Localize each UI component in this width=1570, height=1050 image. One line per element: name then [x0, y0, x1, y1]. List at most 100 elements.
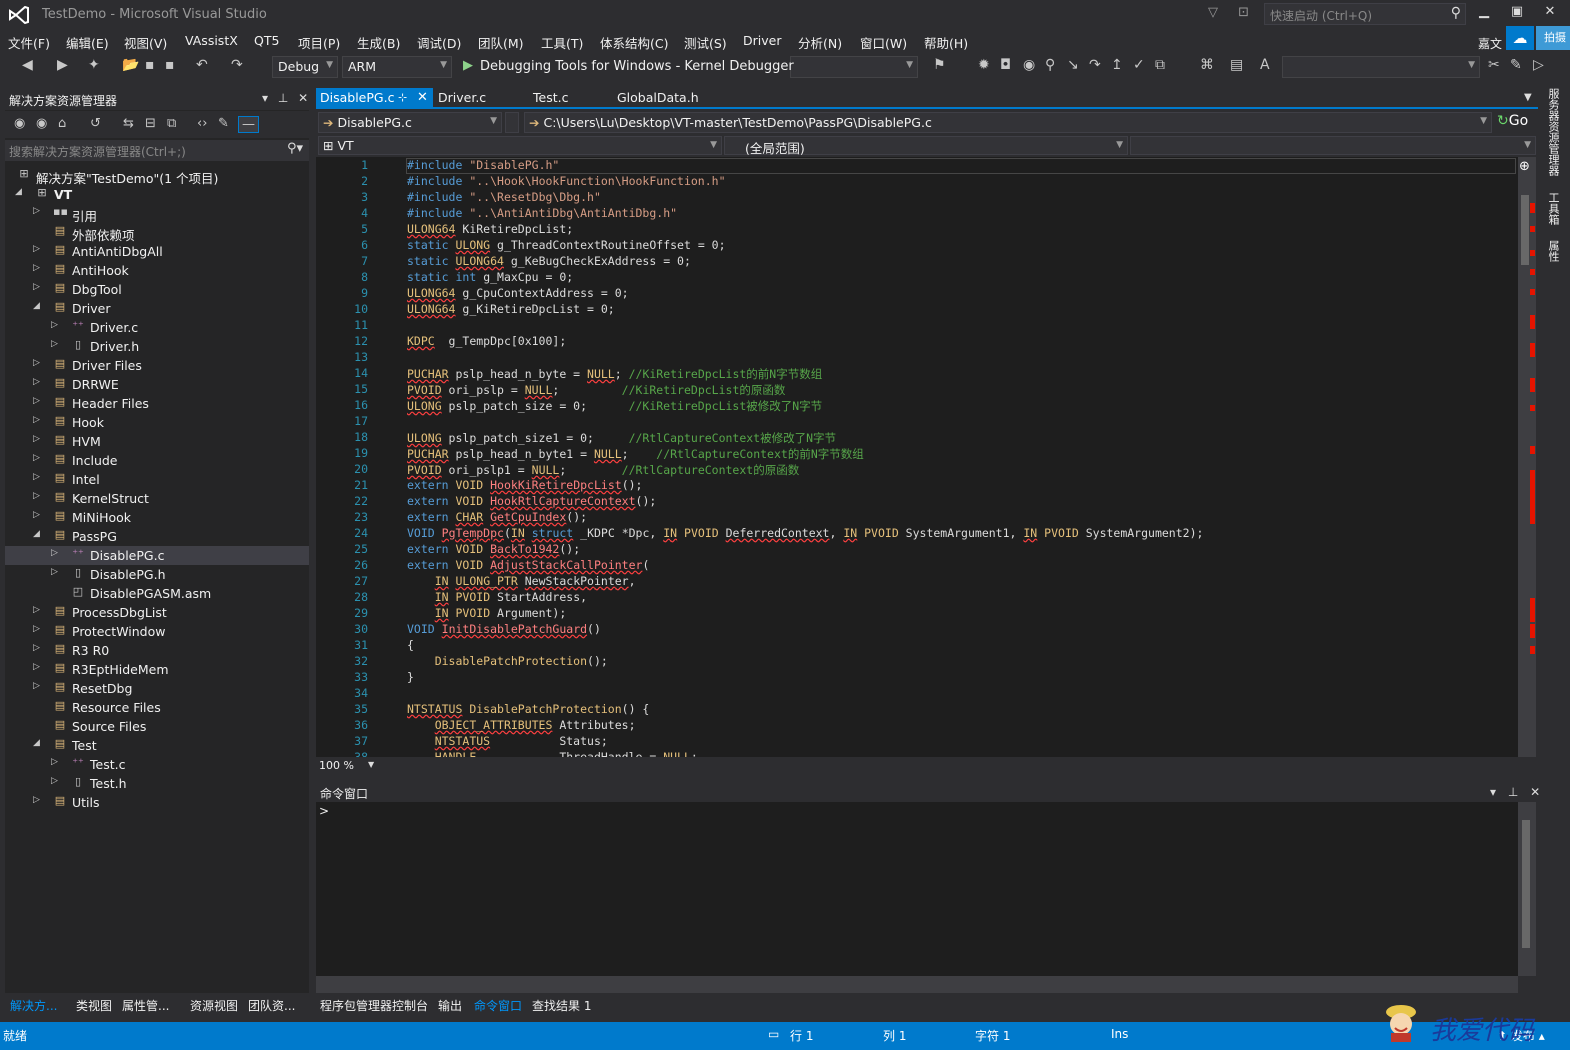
expander-icon[interactable]: ▷ [51, 548, 58, 558]
expander-icon[interactable]: ▷ [33, 472, 40, 482]
error-marker[interactable] [1530, 446, 1535, 454]
close-icon[interactable]: ✕ [1530, 785, 1540, 799]
error-marker[interactable] [1530, 378, 1535, 392]
edit-icon[interactable]: ✎ [1510, 57, 1522, 73]
tree-item[interactable]: ▷ ▤ AntiAntiDbgAll [5, 242, 309, 261]
code-line[interactable]: 31 { [316, 638, 1516, 654]
panel-tab[interactable]: 类视图 [76, 997, 112, 1014]
expander-icon[interactable]: ▷ [33, 206, 40, 216]
error-marker[interactable] [1530, 624, 1535, 638]
expander-icon[interactable]: ▷ [51, 757, 58, 767]
collapse-icon[interactable]: ⊟ [145, 116, 156, 131]
code-line[interactable]: 19 PUCHAR pslp_head_n_byte1 = NULL; //Rtl… [316, 446, 1516, 462]
code-line[interactable]: 7 static ULONG64 g_KeBugCheckExAddress = … [316, 254, 1516, 270]
error-marker[interactable] [1530, 226, 1535, 232]
error-marker[interactable] [1530, 343, 1535, 357]
expander-icon[interactable]: ▷ [33, 605, 40, 615]
tree-item[interactable]: ▤ Resource Files [5, 698, 309, 717]
expander-icon[interactable]: ▷ [33, 453, 40, 463]
command-window-hscrollbar[interactable] [316, 976, 1518, 993]
tree-item[interactable]: ▤ 外部依赖项 [5, 223, 309, 243]
command-window-body[interactable] [316, 802, 1518, 976]
close-tab-icon[interactable]: ✕ [417, 90, 428, 105]
sync-icon[interactable]: ⇆ [123, 116, 134, 131]
forward-icon[interactable]: ▶ [57, 57, 68, 73]
tree-item[interactable]: ▷ ▯ DisablePG.h [5, 565, 309, 584]
error-marker[interactable] [1530, 315, 1535, 329]
save-all-icon[interactable]: ▪ [165, 57, 175, 73]
expander-icon[interactable]: ▷ [51, 776, 58, 786]
panel-tab[interactable]: 属性管... [122, 997, 169, 1014]
tree-item[interactable]: ◢ ▤ PassPG [5, 527, 309, 546]
expander-icon[interactable]: ▷ [33, 795, 40, 805]
code-line[interactable]: 17 [316, 414, 1516, 430]
tree-item[interactable]: ▷ ▤ MiNiHook [5, 508, 309, 527]
menu-item[interactable]: 体系结构(C) [600, 33, 668, 52]
code-line[interactable]: 22 extern VOID HookRtlCaptureContext(); [316, 494, 1516, 510]
expander-icon[interactable]: ▷ [33, 244, 40, 254]
code-line[interactable]: 11 [316, 318, 1516, 334]
expander-icon[interactable]: ◢ [33, 529, 40, 539]
tree-item[interactable]: ◢ ⊞ VT [5, 185, 309, 204]
expander-icon[interactable]: ▷ [33, 681, 40, 691]
chevron-down-icon[interactable]: ▾ [1490, 785, 1496, 799]
tree-item[interactable]: ▷ ⁺⁺ Driver.c [5, 318, 309, 337]
expander-icon[interactable]: ▷ [33, 624, 40, 634]
code-line[interactable]: 18 ULONG pslp_patch_size1 = 0; //RtlCaptu… [316, 430, 1516, 446]
search-icon[interactable]: ⚲▾ [287, 141, 303, 156]
menu-item[interactable]: 帮助(H) [924, 33, 968, 52]
close-button[interactable]: ✕ [1535, 4, 1565, 19]
code-line[interactable]: 9 ULONG64 g_CpuContextAddress = 0; [316, 286, 1516, 302]
debugger-label[interactable]: Debugging Tools for Windows - Kernel Deb… [480, 59, 794, 74]
expander-icon[interactable]: ▷ [33, 263, 40, 273]
find-icon[interactable]: ⚑ [933, 57, 946, 73]
bottom-tab[interactable]: 输出 [438, 997, 462, 1014]
error-marker[interactable] [1530, 598, 1535, 622]
code-line[interactable]: 1 #include "DisablePG.h" [316, 158, 1516, 174]
tree-item[interactable]: ▷ ▤ Header Files [5, 394, 309, 413]
expander-icon[interactable]: ◢ [33, 738, 40, 748]
menu-item[interactable]: 生成(B) [357, 33, 400, 52]
expander-icon[interactable]: ▷ [33, 377, 40, 387]
menu-item[interactable]: QT5 [254, 33, 279, 48]
menu-item[interactable]: 视图(V) [124, 33, 167, 52]
open-file-icon[interactable]: 📂 [122, 57, 139, 73]
tree-item[interactable]: ◢ ▤ Test [5, 736, 309, 755]
attach-icon[interactable]: ◘ [1000, 57, 1011, 73]
code-line[interactable]: 38 HANDLE ThreadHandle = NULL; [316, 750, 1516, 757]
command-scroll-thumb[interactable] [1522, 820, 1530, 948]
tree-item[interactable]: ▷ ▤ DbgTool [5, 280, 309, 299]
tree-item[interactable]: ⊞ 解决方案"TestDemo"(1 个项目) [5, 166, 309, 186]
menu-item[interactable]: VAssistX [185, 33, 238, 48]
code-line[interactable]: 27 IN ULONG_PTR NewStackPointer, [316, 574, 1516, 590]
debug-icon[interactable]: ✹ [978, 57, 990, 73]
tree-item[interactable]: ▷ ▤ R3 R0 [5, 641, 309, 660]
tree-item[interactable]: ▤ Source Files [5, 717, 309, 736]
document-tab[interactable]: Driver.c [434, 88, 514, 107]
tree-item[interactable]: ◢ ▤ Driver [5, 299, 309, 318]
rail-properties[interactable]: 属性 [1545, 240, 1561, 262]
panel-tab[interactable]: 团队资... [248, 997, 295, 1014]
chevron-down-icon[interactable]: ▾ [262, 91, 268, 105]
properties-icon[interactable]: ✎ [218, 116, 229, 131]
breakpoint-icon[interactable]: ◉ [1023, 57, 1035, 73]
menu-item[interactable]: 分析(N) [798, 33, 842, 52]
menu-item[interactable]: 文件(F) [8, 33, 50, 52]
expander-icon[interactable]: ◢ [15, 187, 22, 197]
menu-item[interactable]: Driver [743, 33, 781, 48]
expander-icon[interactable]: ▷ [33, 358, 40, 368]
back-icon[interactable]: ◀ [22, 57, 33, 73]
filter-icon[interactable]: ▽ [1208, 5, 1218, 20]
step-over-icon[interactable]: ↷ [1089, 57, 1101, 73]
tree-item[interactable]: ▷ ▤ ProcessDbgList [5, 603, 309, 622]
expander-icon[interactable]: ▷ [33, 415, 40, 425]
menu-item[interactable]: 测试(S) [684, 33, 727, 52]
expander-icon[interactable]: ▷ [33, 396, 40, 406]
pin-icon[interactable]: ⊥ [1508, 785, 1518, 799]
expander-icon[interactable]: ▷ [33, 662, 40, 672]
rail-server-explorer[interactable]: 服务器资源管理器 [1545, 88, 1561, 176]
code-line[interactable]: 5 ULONG64 KiRetireDpcList; [316, 222, 1516, 238]
code-line[interactable]: 28 IN PVOID StartAddress, [316, 590, 1516, 606]
path-combo[interactable]: ➔ C:\Users\Lu\Desktop\VT-master\TestDemo… [524, 112, 1492, 133]
save-icon[interactable]: ▪ [145, 57, 155, 73]
